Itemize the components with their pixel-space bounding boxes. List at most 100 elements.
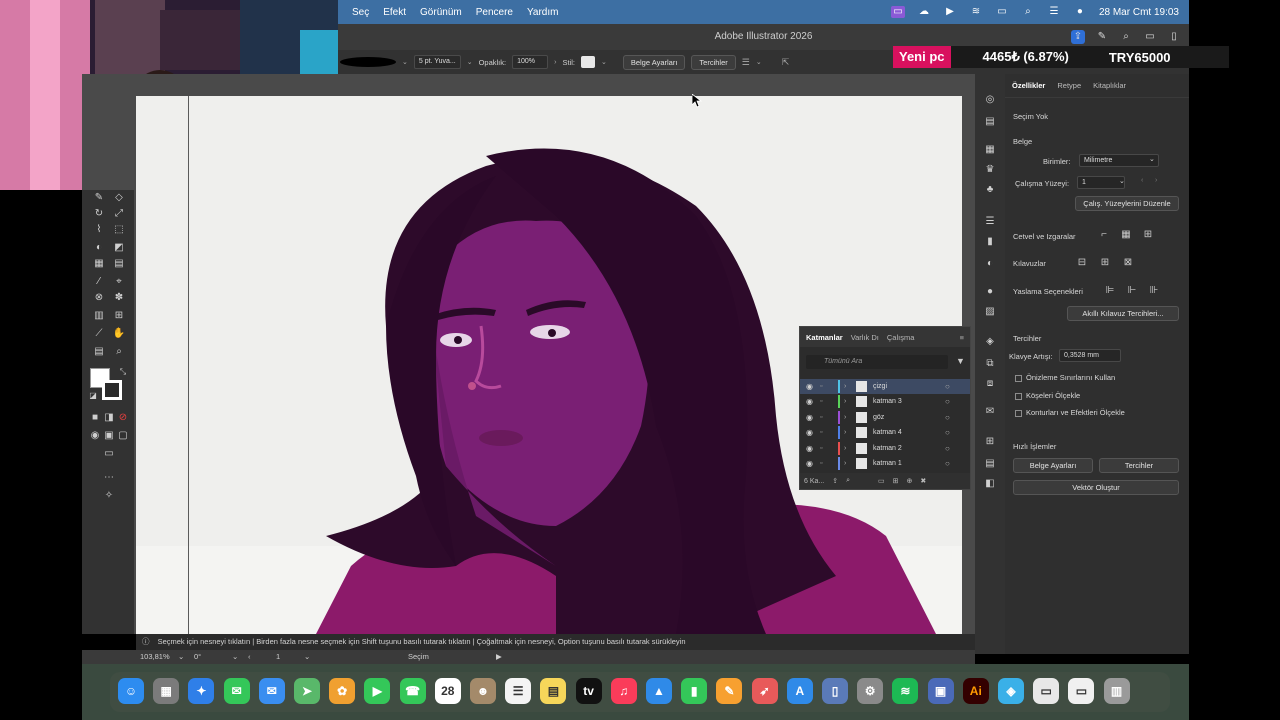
menu-yardim[interactable]: Yardım <box>527 7 559 18</box>
target-icon[interactable]: ○ <box>945 444 950 453</box>
menu-gorunum[interactable]: Görünüm <box>420 7 462 18</box>
menu-sec[interactable]: Seç <box>352 7 369 18</box>
smart-guides-prefs-button[interactable]: Akıllı Kılavuz Tercihleri... <box>1067 306 1179 321</box>
pathfinder-icon[interactable]: ◧ <box>983 478 997 490</box>
chevron-down-icon[interactable]: ⌄ <box>304 650 310 664</box>
photos-icon[interactable]: ✿ <box>329 678 356 704</box>
graphic-styles-icon[interactable]: ▨ <box>983 306 997 318</box>
checkbox-scale-strokes[interactable]: Konturları ve Efektleri Ölçekle <box>1015 408 1125 417</box>
play-icon[interactable]: ▶ <box>943 6 957 18</box>
eye-icon[interactable]: ◉ <box>806 444 816 453</box>
snap-point-icon[interactable]: ⊫ <box>1103 285 1117 297</box>
search-icon[interactable]: ⌕ <box>1119 30 1133 44</box>
layer-row[interactable]: ◉ ▫ › katman 1 ○ <box>800 456 970 471</box>
target-icon[interactable]: ○ <box>945 428 950 437</box>
layer-row[interactable]: ◉ ▫ › katman 2 ○ <box>800 441 970 456</box>
stage-manager-icon[interactable]: ▭ <box>890 6 905 18</box>
preferences-button[interactable]: Tercihler <box>691 54 736 70</box>
creative-cloud-icon[interactable]: ☁ <box>917 6 931 18</box>
rotate-tool-icon[interactable]: ↻ <box>92 208 106 220</box>
pages-icon[interactable]: ✎ <box>716 678 743 704</box>
grid-icon[interactable]: ▦ <box>1119 229 1133 241</box>
chevron-down-icon[interactable]: ⌄ <box>467 58 473 66</box>
brushes-icon[interactable]: ♛ <box>983 164 997 176</box>
transform-icon[interactable]: ▤ <box>983 458 997 470</box>
layers-search-input[interactable]: Tümünü Ara <box>806 355 948 369</box>
show-guides-icon[interactable]: ⊟ <box>1075 257 1089 269</box>
numbers-icon[interactable]: ▮ <box>681 678 708 704</box>
ruler-guide[interactable] <box>188 96 189 634</box>
default-colors-icon[interactable]: ◪ <box>86 390 100 402</box>
phone-icon[interactable]: ☎ <box>399 678 426 704</box>
filter-icon[interactable]: ▼ <box>956 356 965 366</box>
settings-icon[interactable]: ⚙ <box>857 678 884 704</box>
quick-preferences-button[interactable]: Tercihler <box>1099 458 1179 473</box>
chevron-right-icon[interactable]: ▶ <box>496 650 502 664</box>
panel-menu-icon[interactable]: ≡ <box>960 333 964 342</box>
finder2-icon[interactable]: ▣ <box>927 678 954 704</box>
calendar-icon[interactable]: 28 <box>434 678 461 704</box>
target-icon[interactable]: ○ <box>945 382 950 391</box>
eye-icon[interactable]: ◉ <box>806 413 816 422</box>
learn-icon[interactable]: ◎ <box>983 94 997 106</box>
draw-inside-icon[interactable]: ▢ <box>116 430 130 442</box>
symbols-icon[interactable]: ♣ <box>983 184 997 196</box>
artboard-select[interactable]: 1 <box>1077 176 1125 189</box>
print-tiling-icon[interactable]: ▤ <box>92 346 106 358</box>
screen-mode-icon[interactable]: ▭ <box>102 448 116 460</box>
brush-icon[interactable]: ✎ <box>1095 30 1109 44</box>
layer-name[interactable]: katman 1 <box>873 460 943 467</box>
delete-layer-icon[interactable]: ✖ <box>920 477 926 485</box>
checkbox-box[interactable] <box>1015 409 1022 417</box>
layout-icon[interactable]: ▭ <box>1143 30 1157 44</box>
battery-icon[interactable]: ▭ <box>995 6 1009 18</box>
layers-icon[interactable]: ◈ <box>983 336 997 348</box>
chevron-down-icon[interactable]: ⌄ <box>232 650 238 664</box>
share-icon[interactable]: ⇪ <box>1071 30 1085 44</box>
slice-tool-icon[interactable]: ⟋ <box>92 328 106 340</box>
artboard-tool-icon[interactable]: ⊞ <box>112 310 126 322</box>
new-layer-icon[interactable]: ⊕ <box>907 477 913 485</box>
safari-icon[interactable]: ✦ <box>188 678 215 704</box>
eye-icon[interactable]: ◉ <box>806 459 816 468</box>
zoom-tool-icon[interactable]: ⌕ <box>112 346 126 358</box>
gradient-icon[interactable]: ▮ <box>983 236 997 248</box>
arrange-icon[interactable]: ☰ <box>742 57 750 68</box>
chevron-right-icon[interactable]: › <box>844 445 854 452</box>
checkbox-box[interactable] <box>1015 374 1022 382</box>
layer-row[interactable]: ◉ ▫ › katman 4 ○ <box>800 425 970 440</box>
live-paint-icon[interactable]: ◩ <box>112 242 126 254</box>
rotation-value[interactable]: 0° <box>194 650 201 664</box>
layer-name[interactable]: göz <box>873 414 943 421</box>
chevron-down-icon[interactable]: ⌄ <box>178 650 184 664</box>
chevron-right-icon[interactable]: › <box>844 460 854 467</box>
menu-pencere[interactable]: Pencere <box>476 7 513 18</box>
maps-icon[interactable]: ➤ <box>294 678 320 704</box>
shaper-tool-icon[interactable]: ✎ <box>92 192 106 204</box>
target-icon[interactable]: ○ <box>945 459 950 468</box>
quick-document-setup-button[interactable]: Belge Ayarları <box>1013 458 1093 473</box>
snap-grid-icon[interactable]: ⊩ <box>1125 285 1139 297</box>
contacts-icon[interactable]: ☻ <box>470 678 496 704</box>
preview-icon[interactable]: ▯ <box>822 678 848 704</box>
layer-row[interactable]: ◉ ▫ › göz ○ <box>800 410 970 425</box>
locate-object-icon[interactable]: ⌕ <box>846 477 850 485</box>
chevron-right-icon[interactable]: › <box>554 59 556 66</box>
vector-create-button[interactable]: Vektör Oluştur <box>1013 480 1179 495</box>
draw-behind-icon[interactable]: ▣ <box>102 430 116 442</box>
eyedropper-icon[interactable]: ⁄ <box>92 276 106 288</box>
gradient-tool-icon[interactable]: ▤ <box>112 258 126 270</box>
measure-icon[interactable]: ⌖ <box>112 276 126 288</box>
transparency-icon[interactable]: ◐ <box>983 258 997 270</box>
tab-properties[interactable]: Özellikler <box>1012 81 1045 90</box>
export-icon[interactable]: ⇱ <box>782 57 790 68</box>
checkbox-preview-bounds[interactable]: Önizleme Sınırlarını Kullan <box>1015 373 1115 382</box>
opacity-field[interactable]: 100% <box>512 55 549 69</box>
menu-efekt[interactable]: Efekt <box>383 7 406 18</box>
notes-icon[interactable]: ▤ <box>540 678 567 704</box>
finder-icon[interactable]: ☺ <box>118 678 144 704</box>
panel-icon[interactable]: ▯ <box>1167 30 1181 44</box>
siri-icon[interactable]: ● <box>1073 6 1087 18</box>
keyboard-increment-field[interactable]: 0,3528 mm <box>1059 349 1121 362</box>
help-icon[interactable]: ⓘ <box>142 637 150 646</box>
